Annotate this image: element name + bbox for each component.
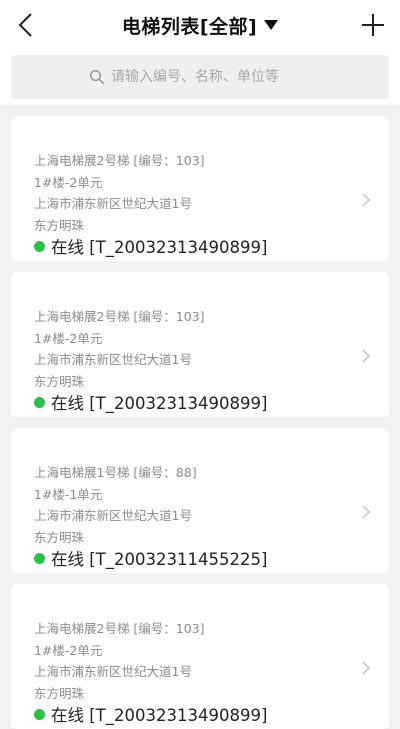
elevator-filter-dropdown[interactable]: 电梯列表[全部] xyxy=(0,0,400,50)
elevator-card[interactable]: 上海电梯展1号梯 [编号：88] 1#楼-1单元 上海市浦东新区世纪大道1号 东… xyxy=(11,428,389,573)
elevator-address: 上海市浦东新区世纪大道1号 xyxy=(34,664,192,679)
online-status-dot-icon xyxy=(34,396,45,408)
search-bar xyxy=(0,50,400,105)
elevator-name: 上海电梯展1号梯 [编号：88] xyxy=(34,465,197,480)
caret-down-icon xyxy=(264,20,279,30)
search-box[interactable] xyxy=(11,55,389,99)
elevator-address: 上海市浦东新区世纪大道1号 xyxy=(34,196,192,211)
elevator-address: 上海市浦东新区世纪大道1号 xyxy=(34,352,192,367)
elevator-unit: 东方明珠 xyxy=(34,686,85,701)
status-text: 在线 [T_20032313490899] xyxy=(51,706,268,725)
chevron-right-icon xyxy=(362,349,371,363)
elevator-status: 在线 [T_20032313490899] xyxy=(34,390,267,414)
elevator-name: 上海电梯展2号梯 [编号：103] xyxy=(34,153,205,168)
elevator-name: 上海电梯展2号梯 [编号：103] xyxy=(34,621,205,636)
elevator-name: 上海电梯展2号梯 [编号：103] xyxy=(34,309,205,324)
page-title: 电梯列表[全部] xyxy=(121,15,258,38)
chevron-right-icon xyxy=(362,505,371,519)
elevator-unit: 东方明珠 xyxy=(34,374,85,389)
status-text: 在线 [T_20032311455225] xyxy=(51,550,268,569)
elevator-building: 1#楼-2单元 xyxy=(34,331,103,346)
chevron-right-icon xyxy=(362,193,371,207)
elevator-unit: 东方明珠 xyxy=(34,530,85,545)
elevator-building: 1#楼-2单元 xyxy=(34,643,103,658)
elevator-card[interactable]: 上海电梯展2号梯 [编号：103] 1#楼-2单元 上海市浦东新区世纪大道1号 … xyxy=(11,272,389,417)
online-status-dot-icon xyxy=(34,552,45,564)
elevator-address: 上海市浦东新区世纪大道1号 xyxy=(34,508,192,523)
status-text: 在线 [T_20032313490899] xyxy=(51,394,268,413)
elevator-status: 在线 [T_20032313490899] xyxy=(34,702,267,726)
plus-icon xyxy=(362,14,384,36)
chevron-right-icon xyxy=(362,661,371,675)
add-elevator-button[interactable] xyxy=(358,10,388,40)
elevator-building: 1#楼-2单元 xyxy=(34,175,103,190)
elevator-unit: 东方明珠 xyxy=(34,218,85,233)
elevator-card[interactable]: 上海电梯展2号梯 [编号：103] 1#楼-2单元 上海市浦东新区世纪大道1号 … xyxy=(11,584,389,729)
status-text: 在线 [T_20032313490899] xyxy=(51,238,268,257)
elevator-building: 1#楼-1单元 xyxy=(34,487,103,502)
search-input[interactable] xyxy=(111,69,311,85)
online-status-dot-icon xyxy=(34,708,45,720)
elevator-card[interactable]: 上海电梯展2号梯 [编号：103] 1#楼-2单元 上海市浦东新区世纪大道1号 … xyxy=(11,116,389,261)
elevator-status: 在线 [T_20032313490899] xyxy=(34,234,267,258)
elevator-status: 在线 [T_20032311455225] xyxy=(34,546,267,570)
search-icon xyxy=(89,69,105,85)
top-bar: 电梯列表[全部] xyxy=(0,0,400,50)
online-status-dot-icon xyxy=(34,240,45,252)
